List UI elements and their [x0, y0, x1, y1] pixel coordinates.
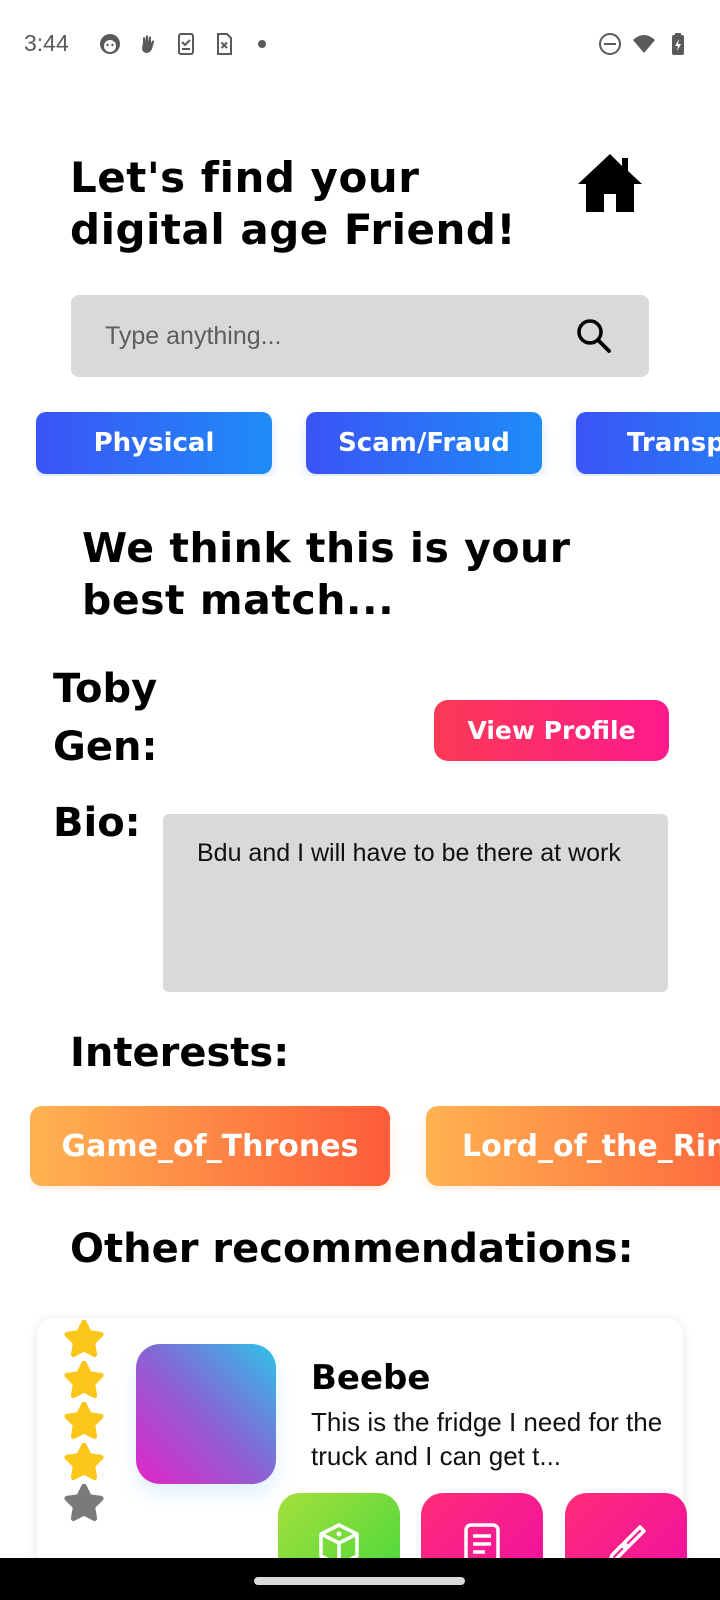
recommendation-name: Beebe — [311, 1358, 431, 1398]
search-input[interactable] — [105, 295, 565, 377]
view-profile-button[interactable]: View Profile — [434, 700, 669, 761]
battery-charging-icon — [672, 33, 684, 55]
clipboard-icon — [178, 33, 194, 55]
bio-text: Bdu and I will have to be there at work — [163, 814, 668, 992]
category-chip-transport[interactable]: Transport — [576, 412, 720, 474]
sim-off-icon — [217, 33, 232, 55]
home-icon[interactable] — [576, 150, 644, 218]
category-chip-row: Physical Scam/Fraud Transport — [36, 412, 720, 476]
dot-icon — [258, 40, 266, 48]
status-time: 3:44 — [24, 30, 69, 56]
status-bar: 3:44 — [0, 0, 720, 90]
status-icons-left — [98, 32, 274, 56]
search-bar — [71, 295, 649, 377]
search-icon[interactable] — [575, 317, 613, 355]
category-chip-scam-fraud[interactable]: Scam/Fraud — [306, 412, 542, 474]
star-filled-icon — [64, 1320, 104, 1358]
face-icon — [100, 34, 120, 54]
avatar[interactable] — [136, 1344, 276, 1484]
interests-label: Interests: — [70, 1030, 290, 1076]
star-empty-icon — [64, 1484, 104, 1522]
bio-label: Bio: — [53, 800, 141, 846]
star-filled-icon — [64, 1361, 104, 1399]
do-not-disturb-icon — [599, 33, 621, 55]
hand-icon — [142, 35, 154, 53]
interest-chip[interactable]: Game_of_Thrones — [30, 1106, 390, 1186]
best-match-heading: We think this is your best match... — [82, 524, 571, 624]
recommendation-description: This is the fridge I need for the truck … — [311, 1407, 663, 1471]
page-title: Let's find your digital age Friend! — [70, 153, 517, 254]
star-filled-icon — [64, 1402, 104, 1440]
match-name: Toby — [53, 666, 158, 712]
status-icons-right — [598, 32, 690, 56]
match-gen-label: Gen: — [53, 724, 158, 770]
interest-chip[interactable]: Lord_of_the_Rings — [426, 1106, 720, 1186]
other-recommendations-label: Other recommendations: — [70, 1226, 634, 1272]
star-filled-icon — [64, 1443, 104, 1481]
wifi-icon — [633, 35, 655, 53]
interest-chip-row: Game_of_Thrones Lord_of_the_Rings — [30, 1106, 720, 1190]
category-chip-physical[interactable]: Physical — [36, 412, 272, 474]
home-gesture-handle[interactable] — [254, 1577, 465, 1585]
